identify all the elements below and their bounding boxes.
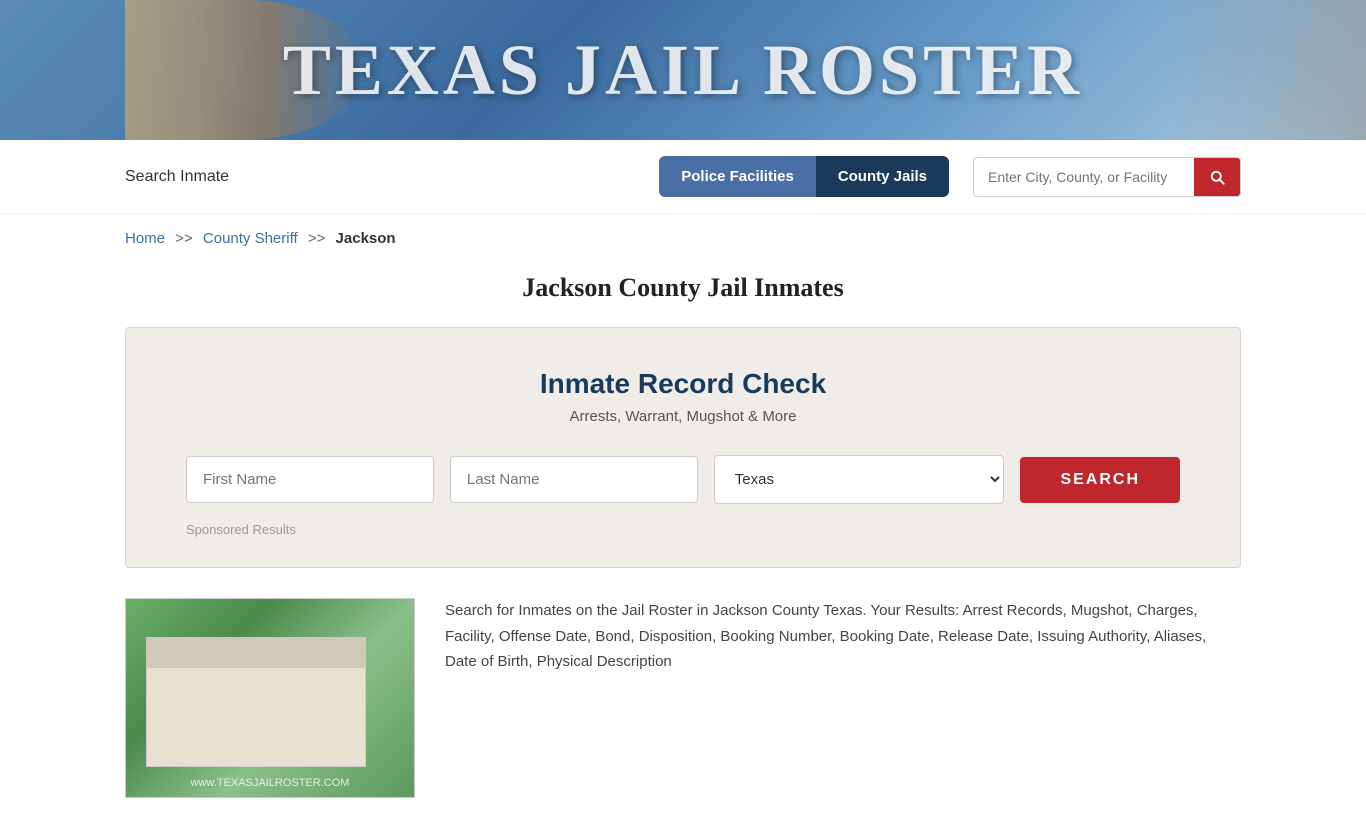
description-text: Search for Inmates on the Jail Roster in…: [445, 598, 1241, 675]
facility-search-wrapper: [973, 157, 1241, 197]
record-search-button[interactable]: SEARCH: [1020, 457, 1180, 503]
breadcrumb-sep1: >>: [175, 230, 193, 247]
breadcrumb-county-sheriff[interactable]: County Sheriff: [203, 230, 298, 247]
breadcrumb-home[interactable]: Home: [125, 230, 165, 247]
image-watermark: www.TEXASJAILROSTER.COM: [191, 777, 350, 789]
breadcrumb: Home >> County Sheriff >> Jackson: [0, 214, 1366, 263]
right-overlay: [1166, 0, 1366, 140]
breadcrumb-current: Jackson: [336, 230, 396, 247]
first-name-input[interactable]: [186, 456, 434, 503]
banner-title: TEXAS JAIL ROSTER: [283, 29, 1083, 112]
record-check-subtitle: Arrests, Warrant, Mugshot & More: [186, 408, 1180, 425]
sponsored-results-label: Sponsored Results: [186, 522, 1180, 537]
breadcrumb-sep2: >>: [308, 230, 326, 247]
jail-image: www.TEXASJAILROSTER.COM: [125, 598, 415, 798]
building-shape: [146, 667, 366, 767]
facility-search-button[interactable]: [1194, 158, 1240, 196]
nav-bar: Search Inmate Police Facilities County J…: [0, 140, 1366, 214]
last-name-input[interactable]: [450, 456, 698, 503]
bottom-section: www.TEXASJAILROSTER.COM Search for Inmat…: [0, 568, 1366, 828]
building-roof-shape: [146, 637, 366, 667]
record-check-form: AlabamaAlaskaArizonaArkansasCaliforniaCo…: [186, 455, 1180, 504]
record-check-box: Inmate Record Check Arrests, Warrant, Mu…: [125, 327, 1241, 568]
facility-search-input[interactable]: [974, 159, 1194, 195]
page-title: Jackson County Jail Inmates: [0, 263, 1366, 327]
county-jails-button[interactable]: County Jails: [816, 156, 949, 197]
nav-buttons: Police Facilities County Jails: [659, 156, 949, 197]
police-facilities-button[interactable]: Police Facilities: [659, 156, 816, 197]
search-inmate-label: Search Inmate: [125, 168, 639, 186]
state-select[interactable]: AlabamaAlaskaArizonaArkansasCaliforniaCo…: [714, 455, 1005, 504]
header-banner: TEXAS JAIL ROSTER: [0, 0, 1366, 140]
record-check-title: Inmate Record Check: [186, 368, 1180, 400]
search-icon: [1208, 168, 1226, 186]
